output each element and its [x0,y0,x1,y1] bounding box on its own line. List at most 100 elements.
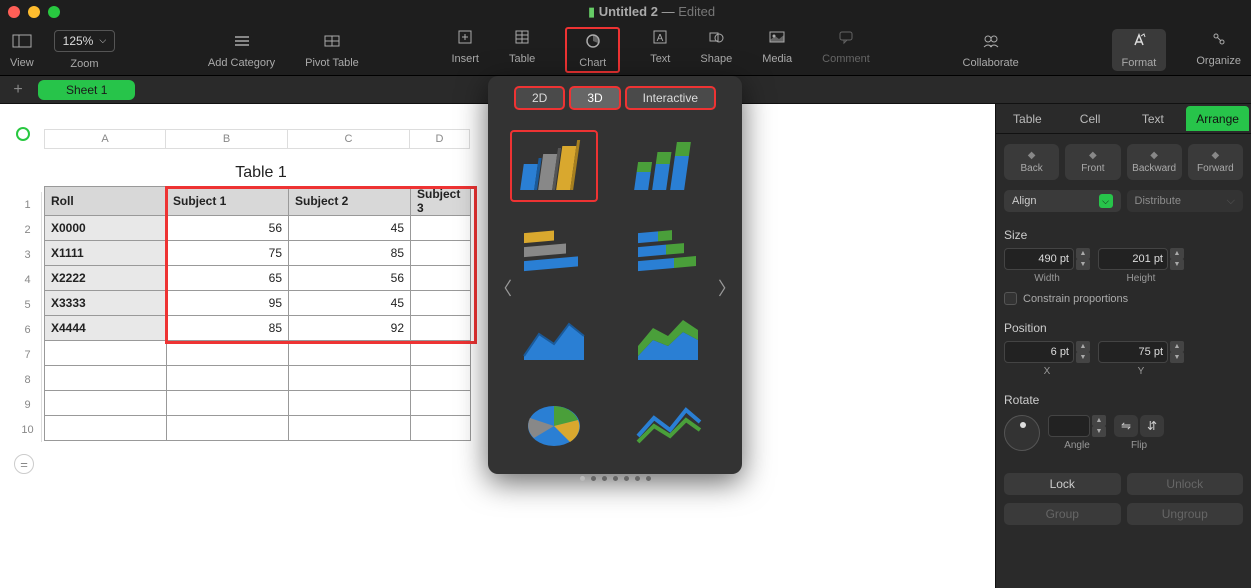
chart-tab-interactive[interactable]: Interactive [625,86,716,110]
col-header[interactable]: D [410,129,470,149]
send-back-button[interactable]: ◆Back [1004,144,1059,180]
dot[interactable] [613,476,618,481]
col-header[interactable]: C [288,129,410,149]
cell[interactable] [45,391,167,416]
cell[interactable] [411,366,471,391]
table-handle-icon[interactable] [16,127,30,141]
cell[interactable] [45,416,167,441]
tab-cell[interactable]: Cell [1059,104,1122,133]
cell[interactable]: 45 [289,216,411,241]
col-header[interactable]: B [166,129,288,149]
cell[interactable] [411,341,471,366]
cell[interactable] [289,416,411,441]
y-input[interactable] [1098,341,1168,363]
cell[interactable]: 56 [289,266,411,291]
bring-front-button[interactable]: ◆Front [1065,144,1120,180]
chart-tab-2d[interactable]: 2D [514,86,565,110]
chart-type-3d-bar[interactable] [510,216,598,288]
rotate-dial[interactable] [1004,415,1040,451]
cell[interactable]: 45 [289,291,411,316]
cell[interactable]: 92 [289,316,411,341]
lock-button[interactable]: Lock [1004,473,1121,495]
cell[interactable] [289,366,411,391]
row-header[interactable]: 8 [14,367,42,392]
comment-button[interactable]: Comment [822,27,870,73]
table-header-cell[interactable]: Subject 1 [167,187,289,216]
dot[interactable] [635,476,640,481]
chart-type-3d-pie[interactable] [510,388,598,460]
insert-button[interactable]: Insert [451,27,479,73]
tab-table[interactable]: Table [996,104,1059,133]
x-input[interactable] [1004,341,1074,363]
zoom-button[interactable]: 125%⌵ Zoom [54,30,116,70]
send-backward-button[interactable]: ◆Backward [1127,144,1182,180]
cell[interactable]: 85 [289,241,411,266]
row-header[interactable]: 7 [14,342,42,367]
table-header-cell[interactable]: Roll [45,187,167,216]
cell[interactable] [411,216,471,241]
cell[interactable] [289,391,411,416]
dot[interactable] [624,476,629,481]
cell[interactable] [289,341,411,366]
pivot-table-button[interactable]: Pivot Table [305,31,359,69]
formula-handle-icon[interactable]: = [14,454,34,474]
fullscreen-window[interactable] [48,6,60,18]
flip-v-button[interactable]: ⇵ [1140,415,1164,437]
chart-type-3d-stacked-column[interactable] [624,130,712,202]
tab-text[interactable]: Text [1122,104,1185,133]
cell[interactable]: X1111 [45,241,167,266]
cell[interactable] [167,366,289,391]
collaborate-button[interactable]: Collaborate [963,31,1019,69]
cell[interactable]: 65 [167,266,289,291]
cell[interactable] [45,341,167,366]
col-header[interactable]: A [44,129,166,149]
angle-input[interactable] [1048,415,1090,437]
table-title[interactable]: Table 1 [44,164,478,182]
row-header[interactable]: 10 [14,417,42,442]
cell[interactable] [45,366,167,391]
width-stepper[interactable]: ▲▼ [1076,248,1090,270]
chart-tab-3d[interactable]: 3D [569,86,620,110]
height-stepper[interactable]: ▲▼ [1170,248,1184,270]
cell[interactable]: 85 [167,316,289,341]
next-page-arrow[interactable]: 〉 [718,275,736,301]
row-header[interactable]: 6 [14,317,42,342]
row-header[interactable]: 1 [14,192,42,217]
format-button[interactable]: Format [1112,29,1167,71]
view-button[interactable]: View [10,31,34,69]
cell[interactable]: X4444 [45,316,167,341]
cell[interactable] [167,341,289,366]
height-input[interactable] [1098,248,1168,270]
table-header-cell[interactable]: Subject 3 [411,187,471,216]
dot[interactable] [602,476,607,481]
cell[interactable]: 75 [167,241,289,266]
cell[interactable]: 95 [167,291,289,316]
cell[interactable] [411,241,471,266]
y-stepper[interactable]: ▲▼ [1170,341,1184,363]
constrain-checkbox[interactable] [1004,292,1017,305]
row-header[interactable]: 3 [14,242,42,267]
chart-button[interactable]: Chart [565,27,620,73]
tab-arrange[interactable]: Arrange [1186,106,1249,131]
row-header[interactable]: 4 [14,267,42,292]
chart-type-3d-stacked-bar[interactable] [624,216,712,288]
shape-button[interactable]: Shape [700,27,732,73]
cell[interactable]: X3333 [45,291,167,316]
row-header[interactable]: 5 [14,292,42,317]
width-input[interactable] [1004,248,1074,270]
add-category-button[interactable]: Add Category [208,31,275,69]
angle-stepper[interactable]: ▲▼ [1092,415,1106,437]
group-button[interactable]: Group [1004,503,1121,525]
dot[interactable] [591,476,596,481]
chart-type-3d-area[interactable] [510,302,598,374]
chart-type-3d-column[interactable] [510,130,598,202]
cell[interactable]: X0000 [45,216,167,241]
add-sheet-button[interactable]: + [8,81,28,99]
cell[interactable] [411,316,471,341]
cell[interactable] [167,416,289,441]
text-button[interactable]: A Text [650,27,670,73]
cell[interactable]: X2222 [45,266,167,291]
cell[interactable]: 56 [167,216,289,241]
flip-h-button[interactable]: ⇋ [1114,415,1138,437]
media-button[interactable]: Media [762,27,792,73]
